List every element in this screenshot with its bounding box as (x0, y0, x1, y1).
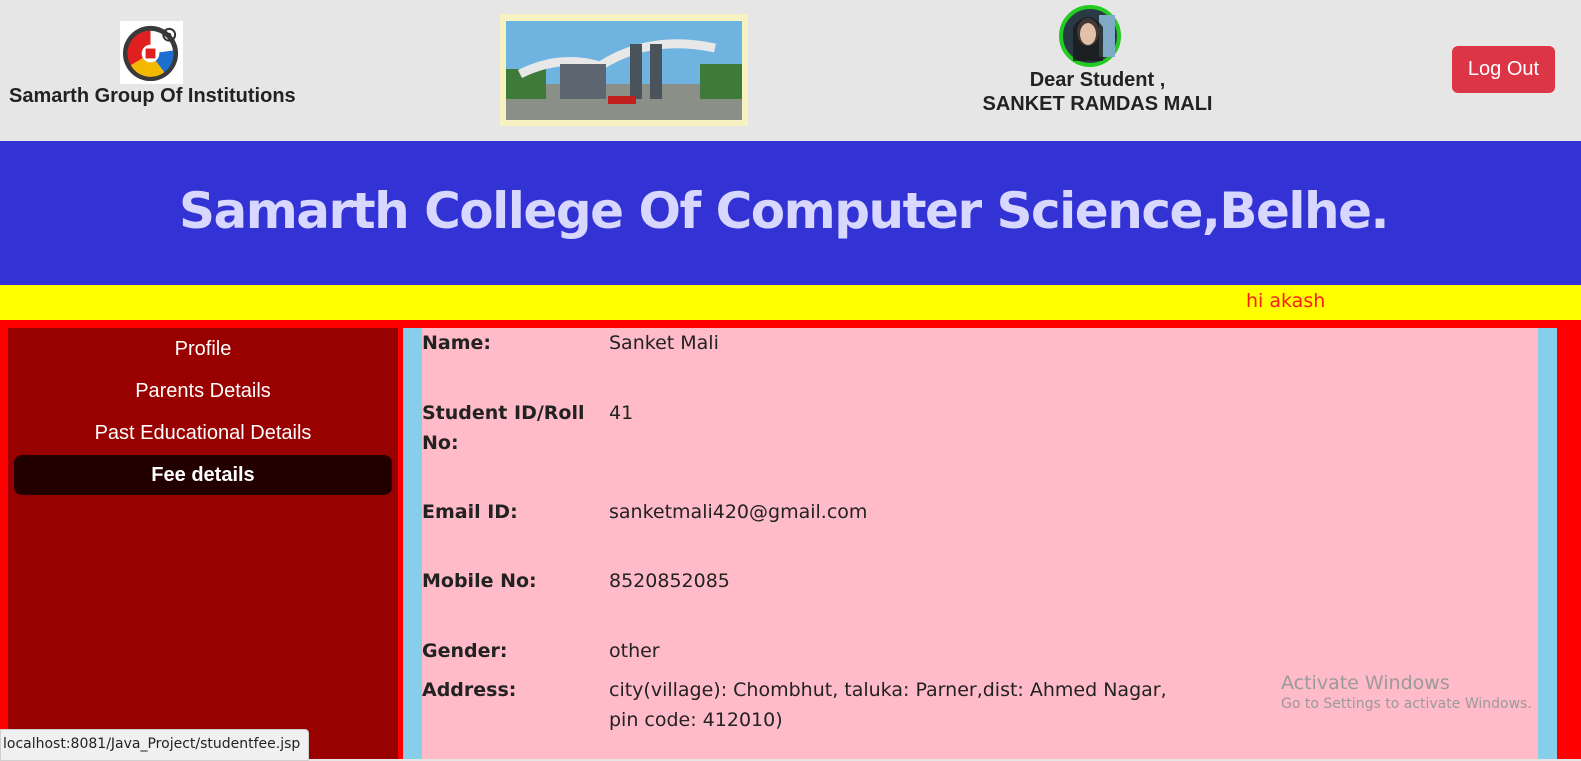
institution-name: Samarth Group Of Institutions (9, 85, 296, 107)
email-label: Email ID: (422, 501, 518, 523)
activation-watermark: Activate Windows Go to Settings to activ… (1281, 672, 1532, 712)
student-id-value: 41 (609, 402, 634, 424)
student-greeting: Dear Student , SANKET RAMDAS MALI (960, 68, 1235, 116)
sidebar: Profile Parents Details Past Educational… (8, 328, 398, 759)
name-value: Sanket Mali (609, 332, 719, 354)
greeting-line: Dear Student , (1029, 69, 1166, 91)
address-label: Address: (422, 679, 517, 701)
college-title: Samarth College Of Computer Science,Belh… (178, 182, 1390, 240)
college-banner: Samarth College Of Computer Science,Belh… (0, 141, 1581, 285)
mobile-value: 8520852085 (609, 570, 730, 592)
name-label: Name: (422, 332, 492, 354)
sidebar-item-profile[interactable]: Profile (14, 329, 392, 369)
sidebar-item-parents-details[interactable]: Parents Details (14, 371, 392, 411)
student-avatar (1059, 5, 1121, 67)
student-full-name: SANKET RAMDAS MALI (982, 93, 1213, 115)
watermark-subtitle: Go to Settings to activate Windows. (1281, 696, 1532, 712)
sidebar-item-past-educational-details[interactable]: Past Educational Details (14, 413, 392, 453)
gender-value: other (609, 640, 660, 662)
email-value: sanketmali420@gmail.com (609, 501, 868, 523)
top-header: Samarth Group Of Institutions Dear Stude… (0, 0, 1581, 141)
sidebar-item-fee-details[interactable]: Fee details (14, 455, 392, 495)
marquee-text: hi akash (1246, 290, 1326, 312)
link-status-bar: localhost:8081/Java_Project/studentfee.j… (0, 729, 310, 761)
logout-button[interactable]: Log Out (1452, 46, 1555, 93)
student-id-label: Student ID/Roll No: (422, 402, 585, 454)
campus-gate-image (500, 14, 748, 126)
marquee-bar: hi akash (0, 285, 1581, 320)
watermark-title: Activate Windows (1281, 672, 1450, 694)
mobile-label: Mobile No: (422, 570, 537, 592)
gender-label: Gender: (422, 640, 508, 662)
institution-logo (120, 21, 183, 84)
address-value: city(village): Chombhut, taluka: Parner,… (609, 679, 1167, 731)
